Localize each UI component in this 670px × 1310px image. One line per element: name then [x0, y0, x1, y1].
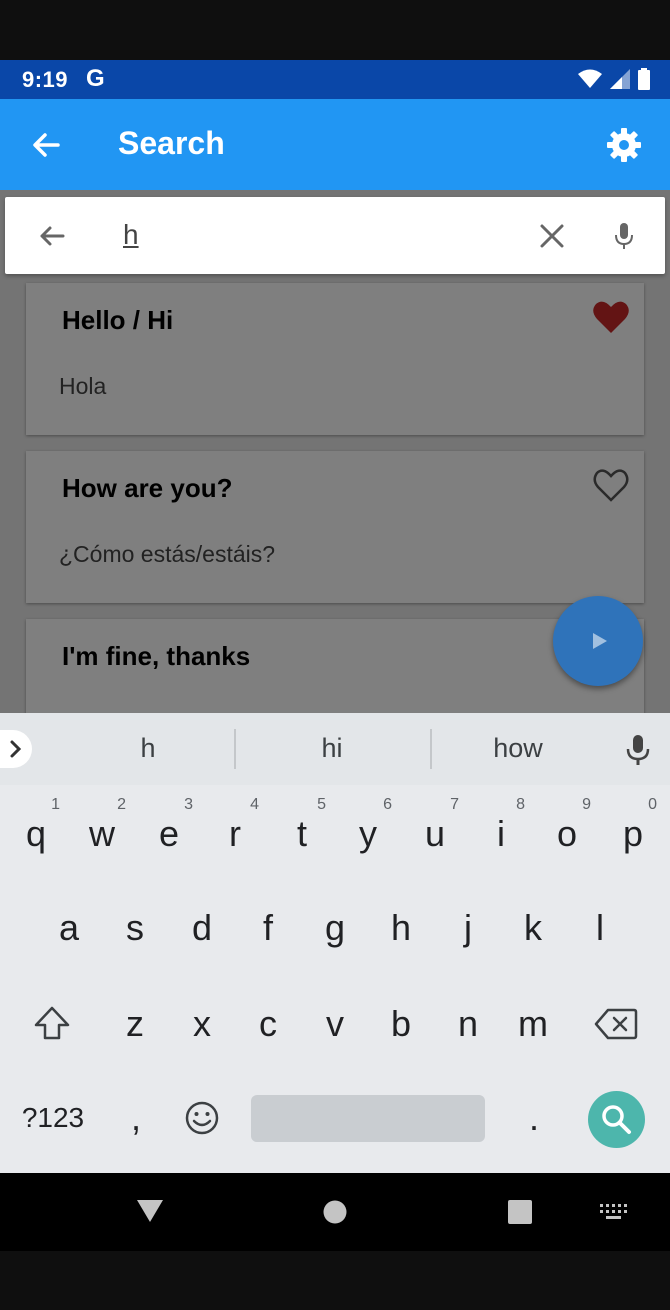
divider: [430, 729, 432, 769]
play-icon: [593, 633, 607, 649]
key-z[interactable]: z: [105, 989, 165, 1059]
wifi-icon: [578, 69, 602, 88]
suggestion-item[interactable]: hi: [272, 733, 392, 764]
key-c[interactable]: c: [238, 989, 298, 1059]
key-n[interactable]: n: [438, 989, 498, 1059]
top-bezel: [0, 0, 670, 60]
app-bar: Search: [0, 99, 670, 190]
search-bar: h: [5, 197, 665, 274]
on-screen-keyboard: h hi how q1 w2 e3 r4 t5 y6 u7 i8 o9 p0 a…: [0, 713, 670, 1173]
status-icons: [578, 68, 650, 90]
back-triangle-icon[interactable]: [136, 1198, 164, 1224]
system-nav-bar: [0, 1173, 670, 1251]
emoji-key[interactable]: [172, 1083, 232, 1153]
space-key[interactable]: [251, 1095, 485, 1142]
divider: [234, 729, 236, 769]
key-b[interactable]: b: [371, 989, 431, 1059]
arrow-back-icon[interactable]: [26, 125, 66, 165]
key-g[interactable]: g: [305, 893, 365, 963]
search-submit-key[interactable]: [588, 1091, 645, 1148]
recents-square-icon[interactable]: [508, 1200, 532, 1224]
key-x[interactable]: x: [172, 989, 232, 1059]
battery-icon: [638, 68, 650, 90]
search-icon: [602, 1105, 631, 1134]
device-screen: 9:19 G Search h h hi how q 1 w 2 e 3 r 4…: [0, 0, 670, 1310]
key-r[interactable]: r4: [205, 797, 265, 869]
key-f[interactable]: f: [238, 893, 298, 963]
key-comma[interactable]: ,: [106, 1083, 166, 1153]
key-h[interactable]: h: [371, 893, 431, 963]
keyboard-switch-icon[interactable]: [599, 1203, 627, 1221]
gear-icon[interactable]: [604, 125, 644, 165]
suggestion-item[interactable]: how: [458, 733, 578, 764]
key-l[interactable]: l: [570, 893, 630, 963]
backspace-key[interactable]: [586, 989, 646, 1059]
expand-toolbar-button[interactable]: [0, 730, 32, 768]
home-circle-icon[interactable]: [323, 1200, 347, 1224]
status-bar: 9:19 G: [0, 60, 670, 99]
chevron-right-icon: [10, 740, 22, 758]
bottom-bezel: [0, 1251, 670, 1310]
symbols-key[interactable]: ?123: [14, 1083, 92, 1153]
key-s[interactable]: s: [105, 893, 165, 963]
key-d[interactable]: d: [172, 893, 232, 963]
key-u[interactable]: u7: [405, 797, 465, 869]
suggestion-strip: h hi how: [0, 713, 670, 785]
voice-input-icon[interactable]: [624, 731, 652, 769]
key-a[interactable]: a: [39, 893, 99, 963]
shift-key[interactable]: [22, 989, 82, 1059]
signal-icon: [610, 69, 630, 89]
key-j[interactable]: j: [438, 893, 498, 963]
key-y[interactable]: y6: [338, 797, 398, 869]
arrow-back-icon[interactable]: [35, 219, 69, 253]
key-i[interactable]: i8: [471, 797, 531, 869]
google-icon: G: [86, 65, 105, 92]
key-v[interactable]: v: [305, 989, 365, 1059]
shift-icon: [34, 1006, 70, 1040]
search-input[interactable]: h: [123, 219, 139, 251]
status-time: 9:19: [22, 67, 69, 92]
play-button[interactable]: [553, 596, 643, 686]
close-icon[interactable]: [535, 219, 569, 253]
emoji-icon: [185, 1101, 219, 1135]
key-o[interactable]: o9: [537, 797, 597, 869]
key-m[interactable]: m: [503, 989, 563, 1059]
key-w[interactable]: w2: [72, 797, 132, 869]
key-t[interactable]: t5: [272, 797, 332, 869]
key-p[interactable]: p0: [603, 797, 663, 869]
key-k[interactable]: k: [503, 893, 563, 963]
key-q[interactable]: q1: [6, 797, 66, 869]
key-e[interactable]: e3: [139, 797, 199, 869]
suggestion-item[interactable]: h: [88, 733, 208, 764]
backspace-icon: [594, 1008, 638, 1040]
key-period[interactable]: .: [504, 1083, 564, 1153]
microphone-icon[interactable]: [609, 219, 639, 253]
page-title: Search: [118, 125, 225, 161]
